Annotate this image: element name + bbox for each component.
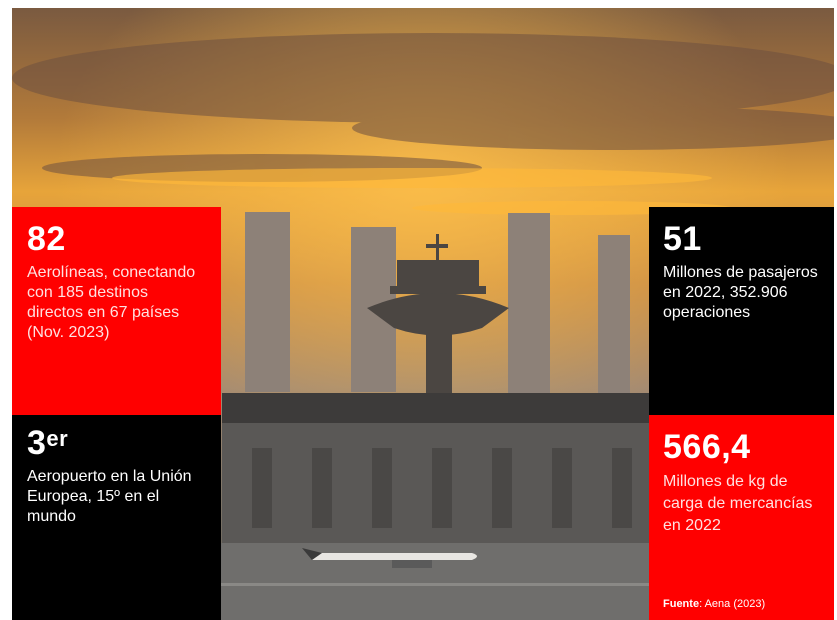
stat-cargo-description: Millones de kg de carga de mercancías en… — [663, 473, 813, 534]
source-label: Fuente — [663, 598, 700, 610]
stat-ranking-superscript: er — [46, 426, 69, 451]
stat-airlines-card: 82 Aerolíneas, conectando con 185 destin… — [12, 207, 221, 415]
infographic: 82 Aerolíneas, conectando con 185 destin… — [12, 8, 834, 620]
stat-ranking-description: Aeropuerto en la Unión Europea, 15º en e… — [27, 468, 192, 525]
stat-passengers-card: 51 Millones de pasajeros en 2022, 352.90… — [649, 207, 834, 415]
stat-cargo-card: 566,4 Millones de kg de carga de mercanc… — [649, 415, 834, 620]
stat-passengers-number: 51 — [663, 220, 702, 258]
stat-airlines-number: 82 — [27, 220, 66, 258]
source-text: : Aena (2023) — [699, 598, 766, 610]
stat-cargo-number: 566,4 — [663, 428, 751, 466]
source-note: Fuente: Aena (2023) — [663, 598, 765, 610]
stat-airlines-description: Aerolíneas, conectando con 185 destinos … — [27, 264, 196, 341]
stat-passengers-description: Millones de pasajeros en 2022, 352.906 o… — [663, 264, 818, 321]
stat-ranking-number: 3er — [27, 425, 207, 461]
stat-ranking-value: 3 — [27, 424, 47, 462]
stat-ranking-card: 3er Aeropuerto en la Unión Europea, 15º … — [12, 415, 221, 620]
